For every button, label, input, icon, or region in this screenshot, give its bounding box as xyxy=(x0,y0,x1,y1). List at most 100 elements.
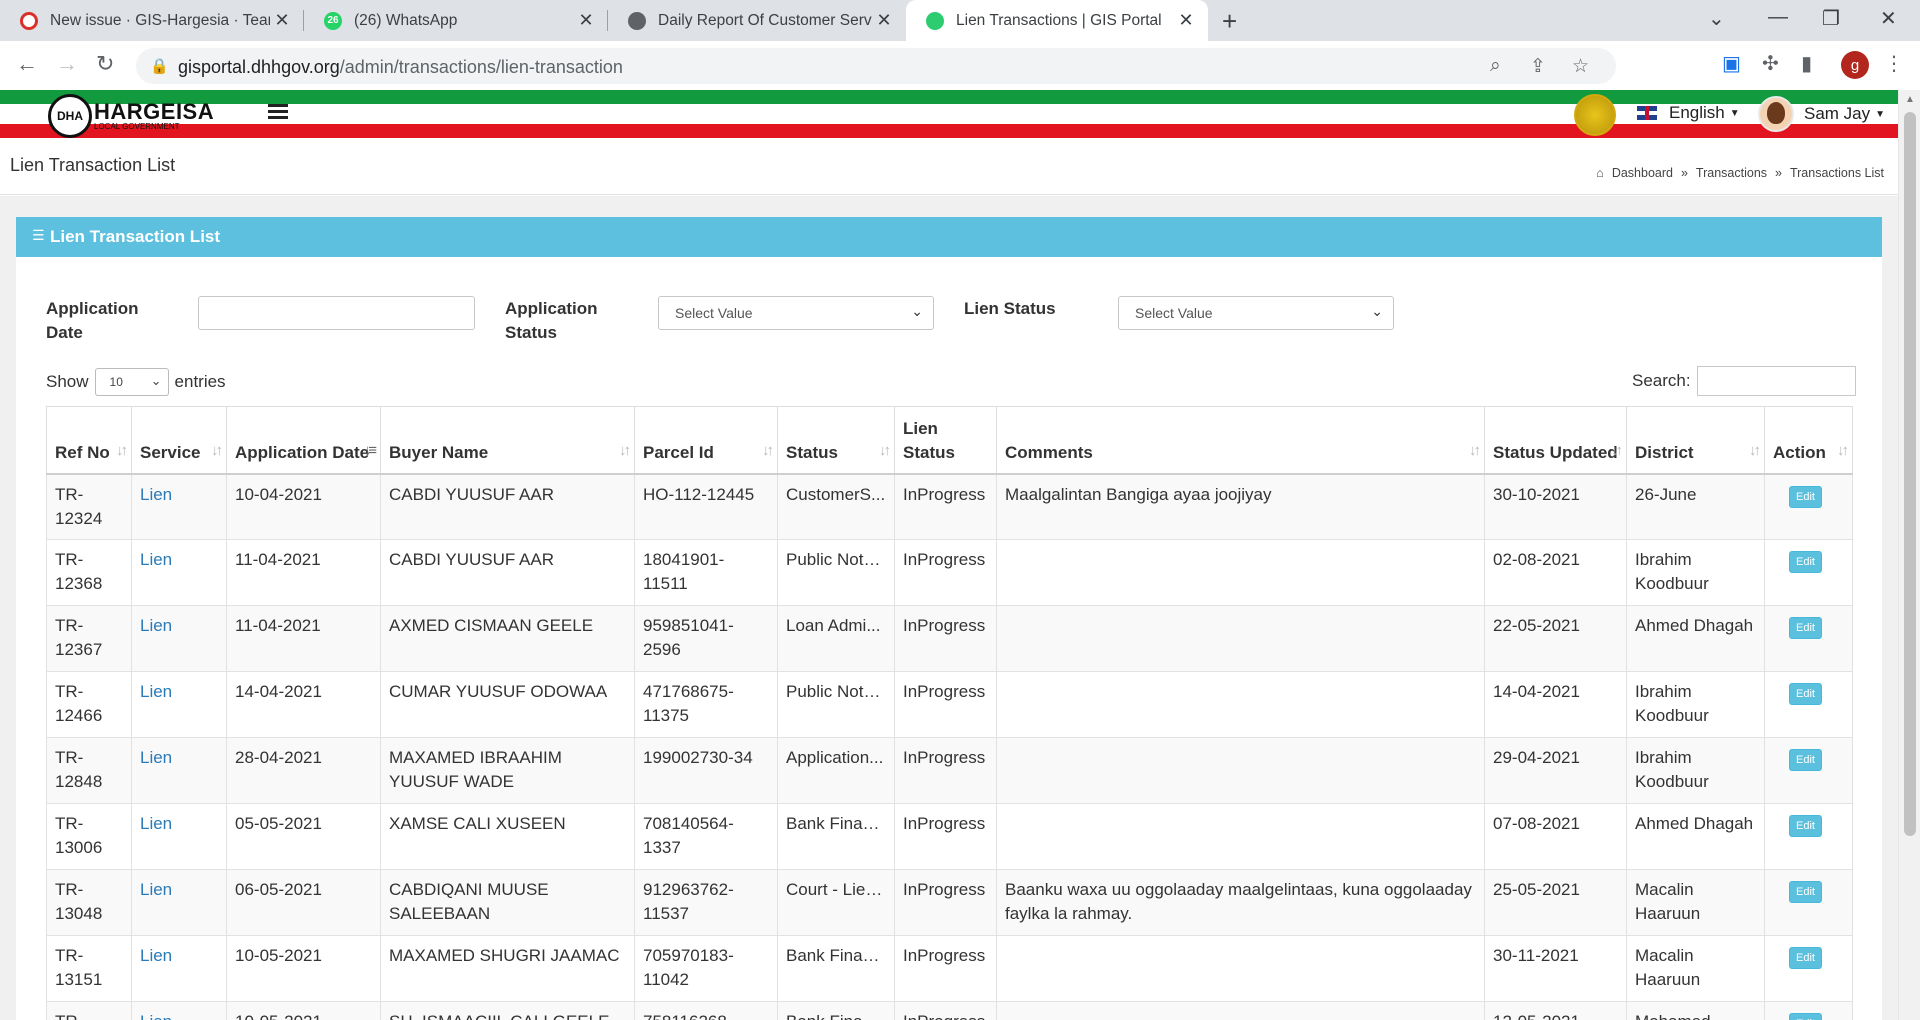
back-arrow-icon[interactable]: ← xyxy=(16,51,38,77)
breadcrumb-dashboard[interactable]: Dashboard xyxy=(1612,166,1673,180)
cell-comments: Baanku waxa uu oggolaaday maalgelintaas,… xyxy=(996,869,1485,936)
page-scrollbar[interactable]: ▲ xyxy=(1898,90,1920,1020)
puzzle-icon[interactable]: ✣ xyxy=(1762,51,1779,76)
cell-district: Ahmed Dhagah xyxy=(1626,803,1765,870)
browser-tab-active[interactable]: Lien Transactions | GIS Portal ✕ xyxy=(906,0,1208,41)
col-header-application-date[interactable]: Application Date ↓≡ xyxy=(226,406,381,475)
cell-buyer-name: XAMSE CALI XUSEEN xyxy=(380,803,635,870)
cell-lien-status: InProgress xyxy=(894,737,997,804)
cell-service-link: Lien xyxy=(131,539,227,606)
cell-parcel-id: 959851041-2596 xyxy=(634,605,778,672)
sort-icon: ↓↑ xyxy=(1611,441,1623,459)
cell-lien-status: InProgress xyxy=(894,1001,997,1020)
breadcrumb-transactions[interactable]: Transactions xyxy=(1696,166,1767,180)
share-icon[interactable]: ⇪ xyxy=(1530,55,1546,78)
cell-parcel-id-text: 705970183-11042 xyxy=(643,946,734,989)
cell-parcel-id-text: 199002730-34 xyxy=(643,748,753,767)
kebab-menu-icon[interactable]: ⋮ xyxy=(1884,51,1904,76)
col-header-comments[interactable]: Comments ↓↑ xyxy=(996,406,1485,475)
col-header-status[interactable]: Status ↓↑ xyxy=(777,406,895,475)
cell-ref-no-text: TR-13006 xyxy=(55,814,103,857)
col-header-ref-no[interactable]: Ref No ↓↑ xyxy=(46,406,132,475)
browser-tab[interactable]: New issue · GIS-Hargesia · Team ✕ xyxy=(0,0,304,41)
sidebar-icon[interactable]: ▮ xyxy=(1801,51,1812,76)
cell-service-link-text[interactable]: Lien xyxy=(140,616,172,635)
cell-ref-no: TR-12848 xyxy=(46,737,132,804)
cell-parcel-id: 705970183-11042 xyxy=(634,935,778,1002)
lien-status-select[interactable]: Select Value ⌄ xyxy=(1118,296,1394,330)
profile-avatar[interactable]: g xyxy=(1841,51,1869,79)
new-tab-button[interactable]: + xyxy=(1222,6,1237,37)
address-bar: ← → ↻ 🔒 gisportal.dhhgov.org/admin/trans… xyxy=(0,41,1920,91)
col-header-action[interactable]: Action ↓↑ xyxy=(1764,406,1853,475)
close-icon[interactable]: ✕ xyxy=(872,10,896,31)
search-input[interactable] xyxy=(1696,366,1856,396)
browser-tab[interactable]: 26 (26) WhatsApp ✕ xyxy=(304,0,608,41)
portal-icon xyxy=(926,11,944,30)
browser-tab[interactable]: Daily Report Of Customer Service ✕ xyxy=(608,0,906,41)
minimize-button[interactable]: — xyxy=(1768,6,1788,29)
header-label: Application Date xyxy=(235,442,370,462)
cell-ref-no: TR-13006 xyxy=(46,803,132,870)
cell-ref-no: TR-12324 xyxy=(46,473,132,540)
cell-status: Public Nota... xyxy=(777,539,895,606)
cell-ref-no-text: TR- xyxy=(55,1012,83,1020)
cell-buyer-name: CABDIQANI MUUSE SALEEBAAN xyxy=(380,869,635,936)
cell-comments-text: Maalgalintan Bangiga ayaa joojiyay xyxy=(1005,484,1272,504)
reload-icon[interactable]: ↻ xyxy=(96,51,114,77)
user-menu[interactable]: Sam Jay ▼ xyxy=(1758,96,1885,132)
cell-ref-no: TR-13048 xyxy=(46,869,132,936)
cell-ref-no-text: TR-13048 xyxy=(55,880,103,923)
header-label: Status Updated xyxy=(1493,442,1618,462)
entries-select[interactable]: 10 ⌄ xyxy=(94,368,169,396)
col-header-parcel-id[interactable]: Parcel Id ↓↑ xyxy=(634,406,778,475)
cell-lien-status-text: InProgress xyxy=(903,814,986,833)
application-date-input[interactable] xyxy=(198,296,475,330)
scroll-up-icon[interactable]: ▲ xyxy=(1905,94,1915,105)
cell-status-updated: 29-04-2021 xyxy=(1484,737,1627,804)
forward-arrow-icon[interactable]: → xyxy=(56,51,78,77)
edit-button[interactable]: Edit xyxy=(1789,485,1822,508)
close-icon[interactable]: ✕ xyxy=(1174,10,1198,31)
scrollbar-thumb[interactable] xyxy=(1904,112,1916,836)
edit-button[interactable]: Edit xyxy=(1789,815,1822,837)
language-label: English xyxy=(1669,103,1725,122)
maximize-button[interactable]: ❐ xyxy=(1822,6,1840,31)
edit-button[interactable]: Edit xyxy=(1789,749,1822,771)
cell-service-link-text[interactable]: Lien xyxy=(140,814,172,833)
close-icon[interactable]: ✕ xyxy=(574,10,598,31)
cell-service-link-text[interactable]: Lien xyxy=(140,946,172,965)
edit-button[interactable]: Edit xyxy=(1789,1013,1822,1020)
cell-service-link-text[interactable]: Lien xyxy=(140,485,172,504)
col-header-district[interactable]: District ↓↑ xyxy=(1626,406,1765,475)
col-header-status-updated[interactable]: Status Updated ↓↑ xyxy=(1484,406,1627,475)
application-status-select[interactable]: Select Value ⌄ xyxy=(658,296,934,330)
edit-button[interactable]: Edit xyxy=(1789,617,1822,639)
list-icon: ☰ xyxy=(32,227,45,243)
edit-button[interactable]: Edit xyxy=(1789,551,1822,573)
cell-parcel-id-text: 758116268- xyxy=(643,1012,733,1020)
cell-service-link-text[interactable]: Lien xyxy=(140,550,172,569)
window-close-button[interactable]: ✕ xyxy=(1880,6,1897,31)
cell-service-link-text[interactable]: Lien xyxy=(140,748,172,767)
col-header-buyer-name[interactable]: Buyer Name ↓↑ xyxy=(380,406,635,475)
zoom-icon[interactable]: ⌕ xyxy=(1490,55,1501,77)
cell-service-link-text[interactable]: Lien xyxy=(140,682,172,701)
edit-button[interactable]: Edit xyxy=(1789,683,1822,705)
extension-badge-icon[interactable]: ▣ xyxy=(1722,51,1741,76)
site-logo[interactable]: DHA HARGEISA LOCAL GOVERNMENT xyxy=(48,94,214,138)
cell-service-link-text[interactable]: Lien xyxy=(140,1012,172,1020)
cell-service-link-text[interactable]: Lien xyxy=(140,880,172,899)
cell-application-date: 10-04-2021 xyxy=(226,473,381,540)
hamburger-menu-icon[interactable] xyxy=(268,104,288,122)
chevron-down-icon[interactable]: ⌄ xyxy=(1708,6,1725,31)
col-header-service[interactable]: Service ↓↑ xyxy=(131,406,227,475)
edit-button[interactable]: Edit xyxy=(1789,947,1822,969)
language-selector[interactable]: English ▼ xyxy=(1637,103,1740,123)
url-field[interactable]: 🔒 gisportal.dhhgov.org/admin/transaction… xyxy=(136,48,1616,84)
cell-comments xyxy=(996,539,1485,606)
close-icon[interactable]: ✕ xyxy=(270,10,294,31)
star-icon[interactable]: ☆ xyxy=(1572,55,1589,78)
edit-button[interactable]: Edit xyxy=(1789,881,1822,903)
cell-lien-status: InProgress xyxy=(894,605,997,672)
